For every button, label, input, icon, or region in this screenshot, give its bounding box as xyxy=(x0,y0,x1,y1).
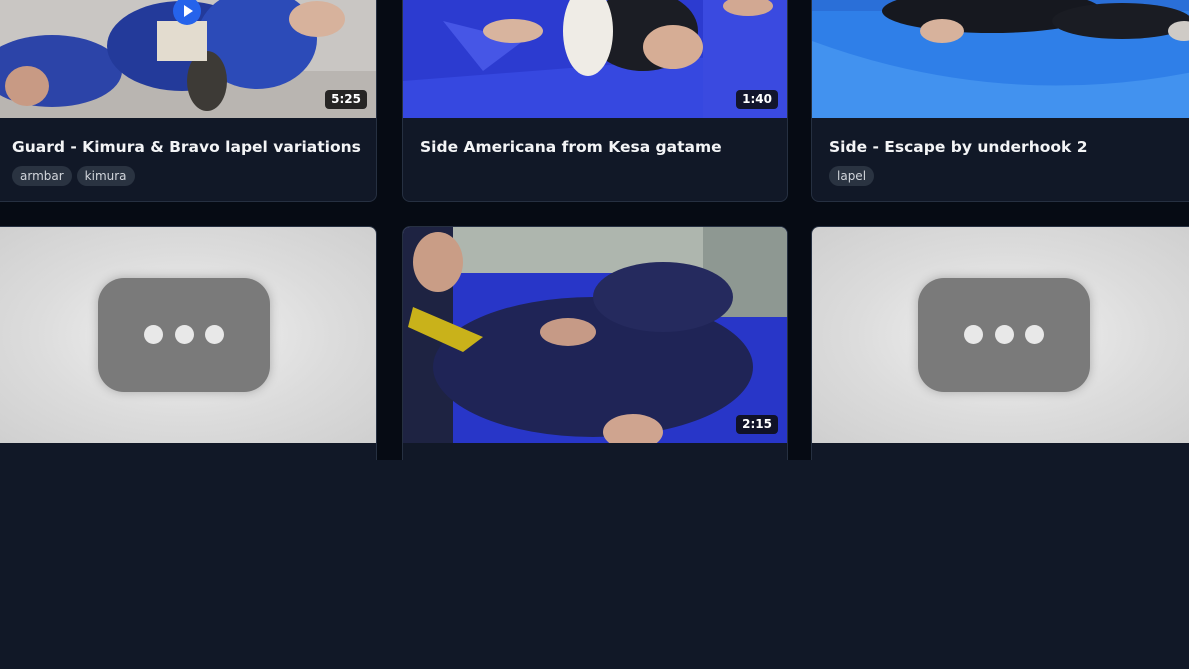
thumbnail-image xyxy=(812,0,1189,118)
thumbnail-image xyxy=(403,0,787,118)
video-card-loading[interactable] xyxy=(811,226,1189,486)
tag-list: armbar kimura xyxy=(12,166,356,186)
video-thumbnail[interactable]: 1:40 xyxy=(403,0,787,118)
thumbnail-image xyxy=(403,227,787,443)
page-footer-area xyxy=(0,460,1189,669)
video-title[interactable]: Guard - Kimura & Bravo lapel variations xyxy=(12,137,361,157)
loading-ellipsis-icon xyxy=(918,278,1090,392)
video-library: 5:25 Guard - Kimura & Bravo lapel variat… xyxy=(0,0,1189,669)
tag-list: lapel xyxy=(829,166,1176,186)
tag-chip[interactable]: armbar xyxy=(12,166,72,186)
video-thumbnail-placeholder[interactable] xyxy=(0,227,376,443)
video-card-guard-kimura[interactable]: 5:25 Guard - Kimura & Bravo lapel variat… xyxy=(0,0,377,202)
video-duration: 5:25 xyxy=(325,90,367,109)
tag-chip[interactable]: lapel xyxy=(829,166,875,186)
video-thumbnail[interactable]: 5:25 xyxy=(0,0,376,118)
video-card-side-americana[interactable]: 1:40 Side Americana from Kesa gatame xyxy=(402,0,788,202)
video-thumbnail[interactable] xyxy=(812,0,1189,118)
loading-ellipsis-icon xyxy=(98,278,270,392)
video-card[interactable]: 2:15 xyxy=(402,226,788,486)
video-thumbnail-placeholder[interactable] xyxy=(812,227,1189,443)
video-title[interactable]: Side - Escape by underhook 2 xyxy=(829,137,1176,157)
video-title[interactable]: Side Americana from Kesa gatame xyxy=(420,137,767,157)
video-thumbnail[interactable]: 2:15 xyxy=(403,227,787,443)
video-duration: 1:40 xyxy=(736,90,778,109)
video-card-loading[interactable] xyxy=(0,226,377,486)
tag-chip[interactable]: kimura xyxy=(76,166,135,186)
video-card-side-escape[interactable]: Side - Escape by underhook 2 lapel xyxy=(811,0,1189,202)
video-duration: 2:15 xyxy=(736,415,778,434)
